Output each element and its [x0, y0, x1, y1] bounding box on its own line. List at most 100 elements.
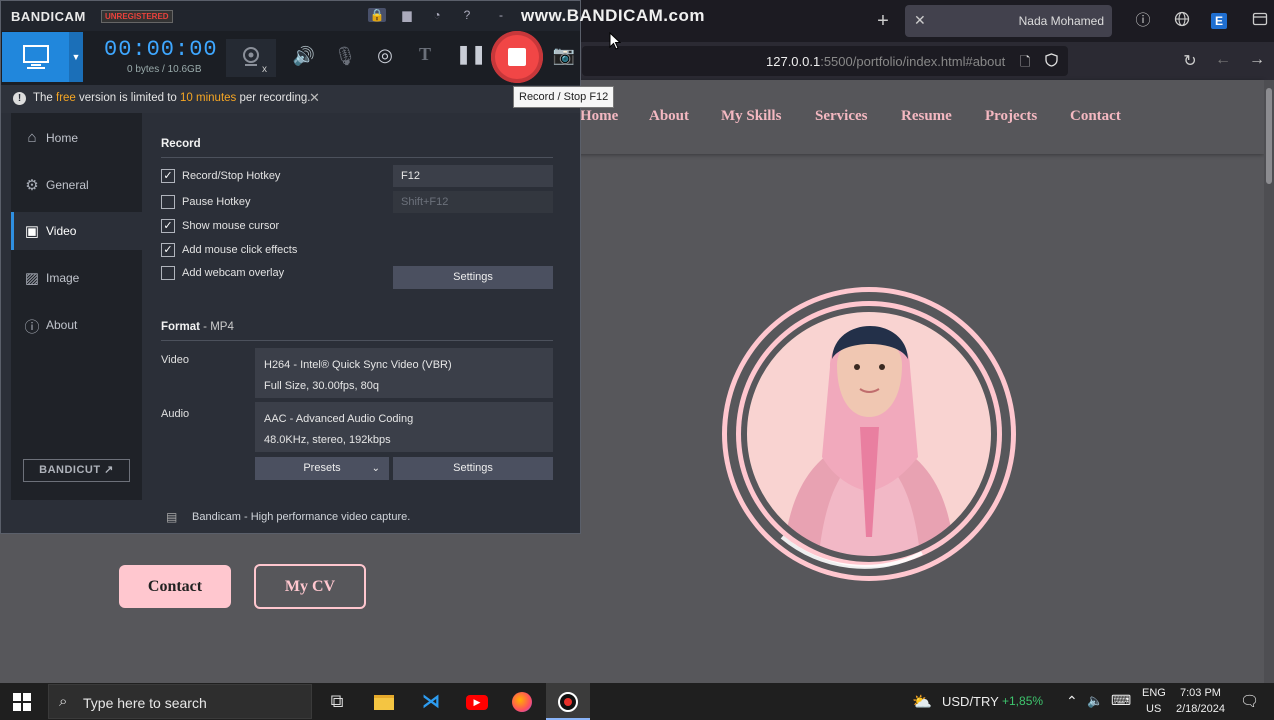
- free-version-notice: ! The free version is limited to 10 minu…: [1, 85, 580, 113]
- webcam-toggle[interactable]: x: [226, 39, 276, 77]
- file-explorer-icon[interactable]: [362, 683, 406, 720]
- gear-icon: ⚙: [25, 177, 39, 194]
- monitor-icon: [23, 45, 49, 69]
- info-icon[interactable]: ⓘ: [1133, 11, 1153, 31]
- sidebar-item-home[interactable]: ⌂ Home: [11, 119, 142, 157]
- tab-close-icon[interactable]: ✕: [914, 12, 926, 29]
- format-settings-button[interactable]: Settings: [393, 457, 553, 480]
- format-section-title: Format - MP4: [161, 321, 234, 333]
- lock-icon[interactable]: 🔒: [368, 8, 386, 22]
- search-placeholder: Type here to search: [83, 695, 207, 711]
- keyboard-icon[interactable]: ⌨: [1111, 692, 1131, 709]
- extension-e-icon[interactable]: E: [1211, 13, 1227, 29]
- nav-home[interactable]: Home: [580, 108, 618, 125]
- checkbox-checked[interactable]: ✓: [161, 243, 175, 257]
- image-icon: ▨: [24, 270, 40, 287]
- new-tab-button[interactable]: +: [872, 10, 894, 32]
- language-region[interactable]: US: [1146, 703, 1161, 715]
- ticker-change: +1,85%: [1002, 694, 1044, 708]
- firefox-icon[interactable]: [500, 683, 544, 720]
- text-overlay-icon[interactable]: T: [413, 44, 437, 65]
- nav-projects[interactable]: Projects: [985, 108, 1037, 125]
- webcam-settings-button[interactable]: Settings: [393, 266, 553, 289]
- chat-icon: ▤: [166, 510, 178, 524]
- scroll-thumb[interactable]: [1266, 88, 1272, 184]
- file-size-readout: 0 bytes / 10.6GB: [127, 64, 202, 75]
- nav-my-skills[interactable]: My Skills: [721, 108, 781, 125]
- record-stop-button[interactable]: [491, 31, 543, 83]
- taskbar-search[interactable]: ⌕ Type here to search: [48, 684, 312, 719]
- close-notice-icon[interactable]: ✕: [309, 90, 320, 106]
- sidebar-item-general[interactable]: ⚙ General: [11, 166, 142, 204]
- url-bar[interactable]: 127.0.0.1:5500/portfolio/index.html#abou…: [582, 46, 1068, 76]
- microphone-icon[interactable]: 🎙: [333, 46, 357, 67]
- nav-resume[interactable]: Resume: [901, 108, 952, 125]
- clock-time[interactable]: 7:03 PM: [1180, 687, 1221, 699]
- windows-start-icon[interactable]: [13, 693, 31, 711]
- bandicam-watermark: www.BANDICAM.com: [521, 6, 705, 25]
- notice-text: The free version is limited to 10 minute…: [33, 92, 311, 104]
- ticker-name[interactable]: USD/TRY: [942, 694, 999, 709]
- weather-icon[interactable]: ⛅: [912, 692, 932, 712]
- forward-icon[interactable]: →: [1247, 51, 1267, 69]
- mouse-click-icon[interactable]: ◎: [373, 45, 397, 66]
- bandicam-sidebar: ⌂ Home ⚙ General ▣ Video ▨ Image ⓘ About BAND…: [11, 113, 142, 500]
- language-code[interactable]: ENG: [1142, 687, 1166, 699]
- checkbox-unchecked[interactable]: [161, 195, 175, 209]
- pause-icon[interactable]: ❚❚: [456, 44, 486, 65]
- nav-services[interactable]: Services: [815, 108, 867, 125]
- windows-taskbar: ⌕ Type here to search ⧉ ⋊ ▶ ⛅ USD/TRY +1…: [0, 683, 1274, 720]
- sidebar-item-image[interactable]: ▨ Image: [11, 259, 142, 297]
- folder-icon[interactable]: ▆: [398, 8, 416, 22]
- bandicut-button[interactable]: BANDICUT ↗: [23, 459, 130, 482]
- task-view-icon[interactable]: ⧉: [315, 683, 359, 720]
- reload-icon[interactable]: ↻: [1180, 51, 1200, 71]
- nav-contact[interactable]: Contact: [1070, 108, 1121, 125]
- page-scrollbar[interactable]: [1264, 80, 1274, 683]
- page-icon[interactable]: 🗋: [1020, 53, 1030, 75]
- youtube-icon[interactable]: ▶: [455, 683, 499, 720]
- audio-codec-box[interactable]: AAC - Advanced Audio Coding 48.0KHz, ste…: [255, 402, 553, 452]
- globe-icon[interactable]: [1172, 11, 1192, 31]
- chevron-down-icon[interactable]: ▼: [69, 32, 83, 82]
- contact-button[interactable]: Contact: [119, 565, 231, 608]
- clock-date[interactable]: 2/18/2024: [1176, 703, 1225, 715]
- record-section-title: Record: [161, 138, 201, 150]
- pause-hotkey-field[interactable]: Shift+F12: [393, 191, 553, 213]
- footer-text: Bandicam - High performance video captur…: [192, 511, 411, 523]
- help-icon[interactable]: ?: [458, 8, 476, 22]
- chevron-up-icon[interactable]: ⌃: [1066, 693, 1078, 710]
- bandicam-taskbar-icon[interactable]: [546, 683, 590, 720]
- video-codec-box[interactable]: H264 - Intel® Quick Sync Video (VBR) Ful…: [255, 348, 553, 398]
- camera-icon[interactable]: 📷: [552, 45, 576, 66]
- bandicam-title-bar[interactable]: BANDICAM UNREGISTERED 🔒 ▆ ◔ ? -: [1, 1, 580, 31]
- chevron-down-icon: ⌄: [371, 463, 380, 474]
- screen-mode-button[interactable]: [2, 32, 69, 82]
- volume-icon[interactable]: 🔈: [1087, 693, 1103, 709]
- search-icon: ⌕: [59, 693, 68, 710]
- divider: [161, 340, 553, 341]
- sidebar-item-video[interactable]: ▣ Video: [11, 212, 142, 250]
- my-cv-button[interactable]: My CV: [254, 564, 366, 609]
- shield-icon[interactable]: [1045, 53, 1058, 70]
- info-icon: ⓘ: [24, 319, 40, 336]
- record-stop-tooltip: Record / Stop F12: [513, 86, 615, 108]
- record-hotkey-field[interactable]: F12: [393, 165, 553, 187]
- sidebar-item-about[interactable]: ⓘ About: [11, 306, 142, 344]
- alert-icon: !: [13, 92, 26, 105]
- minimize-icon[interactable]: -: [492, 8, 510, 22]
- windows-icon[interactable]: [1250, 11, 1270, 31]
- checkbox-checked[interactable]: ✓: [161, 169, 175, 183]
- checkbox-unchecked[interactable]: [161, 266, 175, 280]
- notifications-icon[interactable]: 🗨: [1240, 692, 1259, 710]
- bandicam-window: BANDICAM UNREGISTERED 🔒 ▆ ◔ ? - ▼ 00:00:…: [0, 0, 581, 534]
- presets-dropdown[interactable]: Presets ⌄: [255, 457, 389, 480]
- speaker-icon[interactable]: 🔊: [292, 46, 316, 67]
- vscode-icon[interactable]: ⋊: [409, 683, 453, 720]
- clock-icon[interactable]: ◔: [428, 8, 446, 22]
- browser-tab[interactable]: ✕ Nada Mohamed: [905, 5, 1112, 37]
- mouse-cursor-icon: [609, 32, 621, 50]
- nav-about[interactable]: About: [649, 108, 689, 125]
- back-icon[interactable]: ←: [1213, 51, 1233, 69]
- checkbox-checked[interactable]: ✓: [161, 219, 175, 233]
